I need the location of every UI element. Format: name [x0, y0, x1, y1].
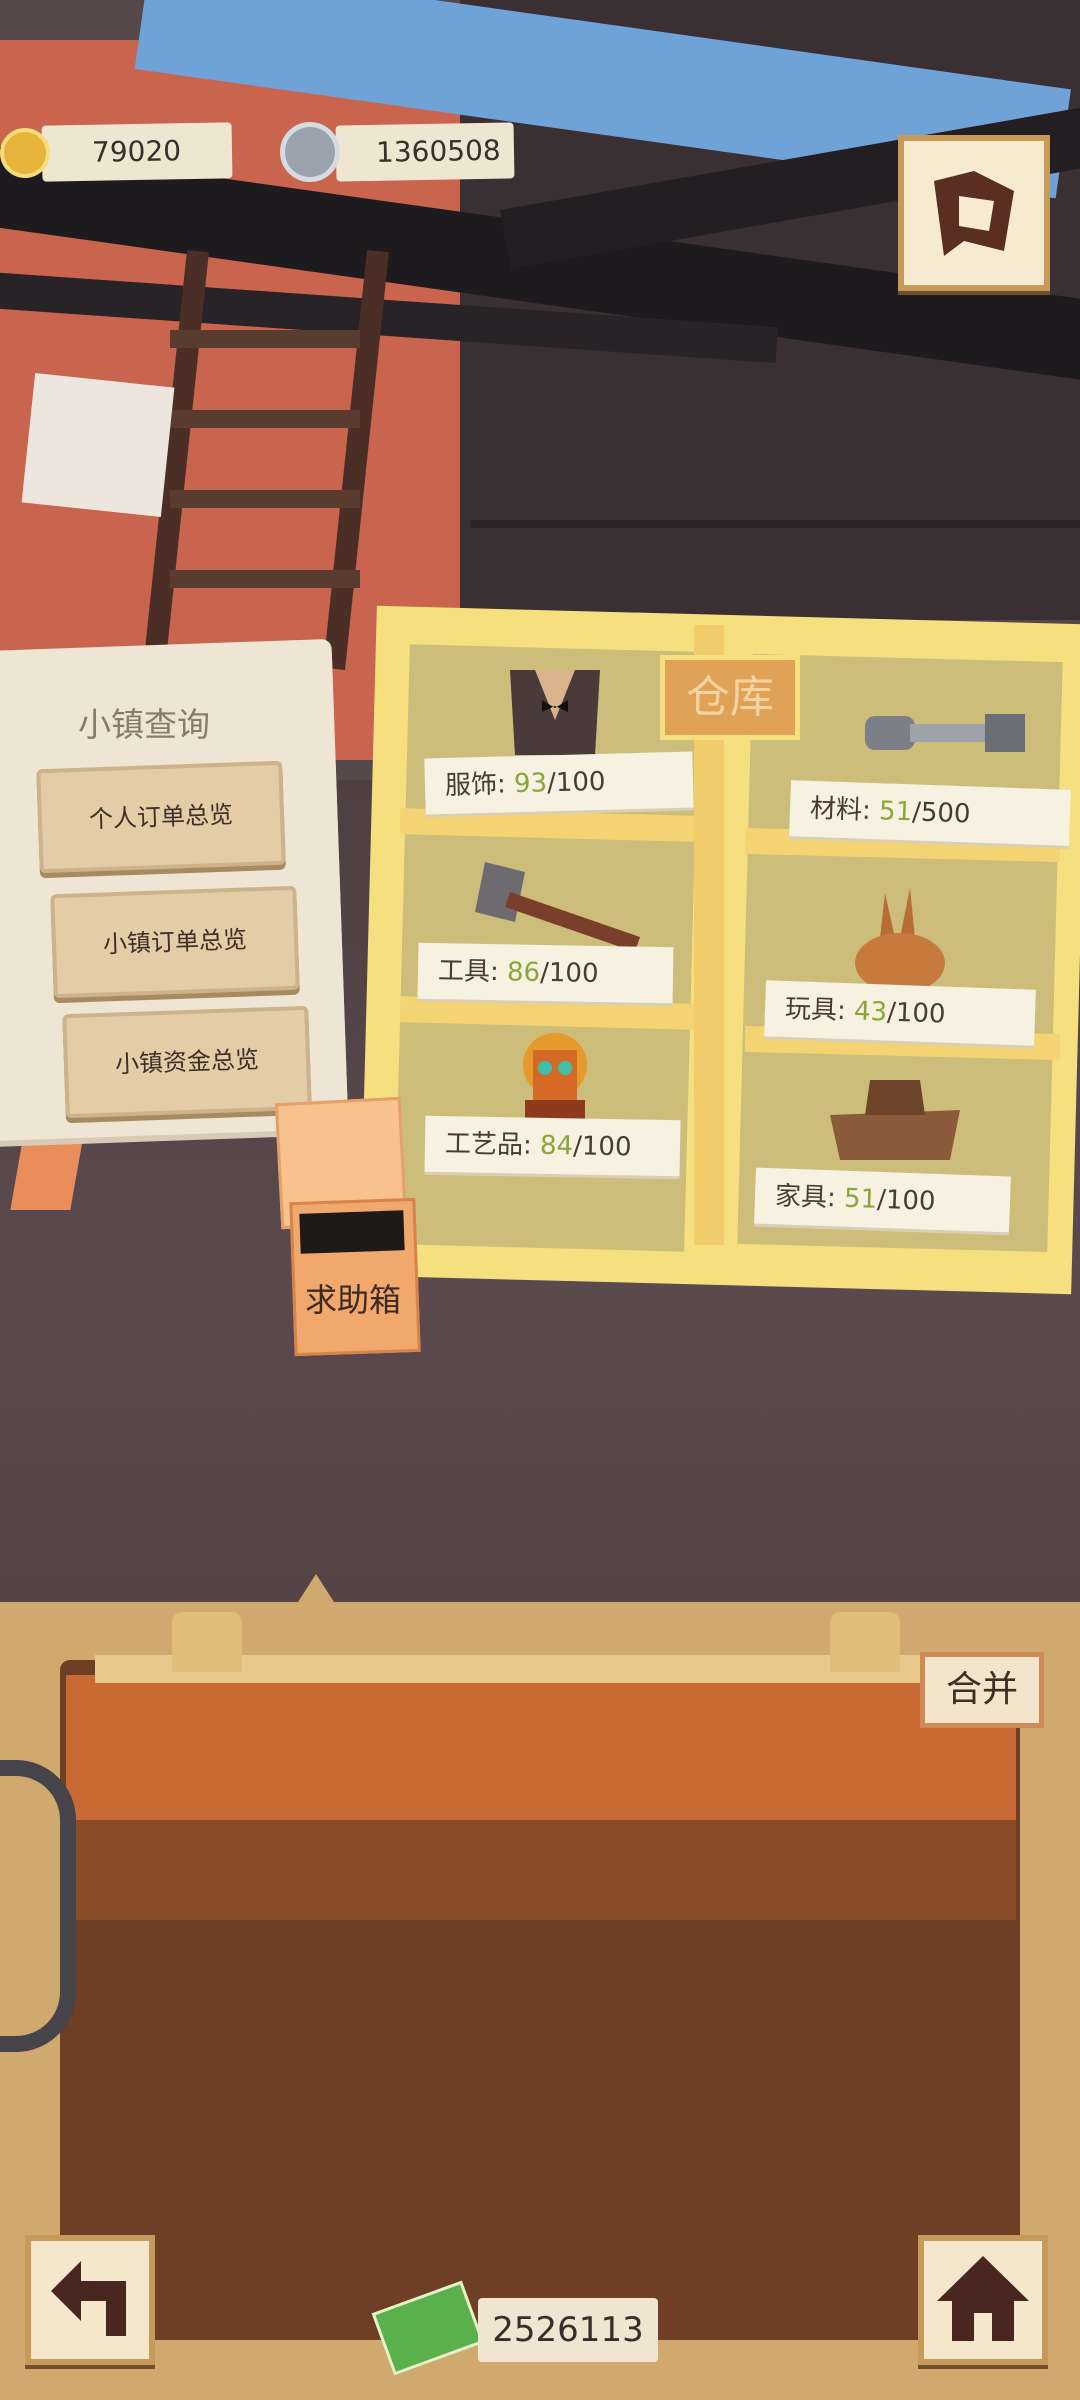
furniture-icon	[830, 1080, 960, 1160]
money-amount: 2526113	[492, 2310, 644, 2350]
warehouse-sign: 仓库	[660, 655, 800, 740]
ladder-rung	[170, 330, 360, 348]
silver-counter: 1360508	[335, 122, 515, 182]
home-button[interactable]	[918, 2235, 1048, 2365]
bag-peg	[830, 1612, 900, 1672]
money-counter: 2526113	[478, 2298, 658, 2362]
tuxedo-icon	[510, 670, 600, 755]
back-arrow-icon	[51, 2261, 126, 2336]
help-box-label: 求助箱	[305, 1281, 402, 1319]
gold-coin-icon	[0, 128, 50, 178]
bag-flap	[66, 1675, 1016, 1835]
back-button[interactable]	[25, 2235, 155, 2365]
warehouse-slot-clothing[interactable]: 服饰: 93/100	[424, 751, 694, 815]
gold-amount: 79020	[91, 134, 182, 169]
bolt-icon	[865, 714, 1025, 752]
slot-count: 84	[539, 1130, 574, 1162]
slot-count: 51	[843, 1183, 878, 1215]
map-button[interactable]	[898, 135, 1050, 291]
totem-icon	[523, 1033, 587, 1125]
silver-amount: 1360508	[375, 133, 501, 169]
warehouse-slot-furniture[interactable]: 家具: 51/100	[754, 1167, 1011, 1233]
town-orders-button[interactable]: 小镇订单总览	[50, 885, 300, 999]
slot-count: 43	[853, 996, 888, 1028]
slot-count: 93	[513, 768, 548, 800]
bag-peg	[172, 1612, 242, 1672]
wall-stripe	[470, 520, 1080, 528]
warehouse-slot-materials[interactable]: 材料: 51/500	[789, 780, 1071, 846]
slot-count: 86	[506, 957, 541, 988]
ladder-rung	[170, 410, 360, 428]
warehouse-slot-tools[interactable]: 工具: 86/100	[417, 942, 674, 1004]
map-icon	[934, 171, 1014, 256]
gold-counter: 79020	[41, 122, 233, 182]
hook-icon	[0, 1760, 76, 2052]
panel-pointer	[298, 1574, 334, 1602]
town-funds-button[interactable]: 小镇资金总览	[62, 1005, 312, 1119]
merge-button[interactable]: 合并	[920, 1652, 1044, 1728]
wall-paper-note	[21, 373, 175, 517]
silver-gear-coin-icon	[280, 122, 340, 182]
ladder-rung	[170, 490, 360, 508]
home-icon	[937, 2256, 1029, 2341]
help-box-slot	[299, 1210, 405, 1254]
town-query-title: 小镇查询	[78, 705, 210, 744]
slot-count: 51	[878, 796, 913, 828]
personal-orders-button[interactable]: 个人订单总览	[36, 760, 286, 874]
bag-shadow	[66, 1820, 1016, 1920]
warehouse-slot-crafts[interactable]: 工艺品: 84/100	[424, 1115, 681, 1177]
warehouse-slot-toys[interactable]: 玩具: 43/100	[764, 980, 1036, 1046]
ladder-rung	[170, 570, 360, 588]
rabbit-toy-icon	[855, 888, 945, 993]
